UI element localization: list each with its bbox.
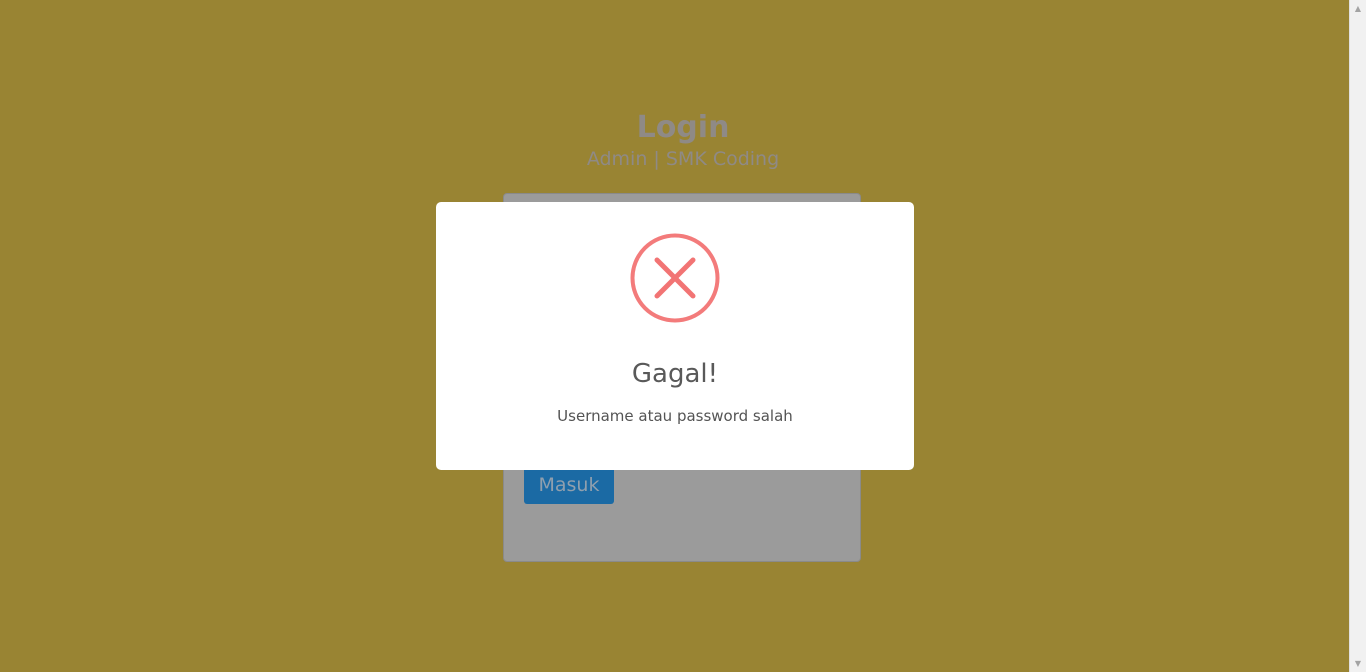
page-backdrop: Login Admin | SMK Coding Masuk Gagal! Us… — [0, 0, 1366, 672]
alert-title: Gagal! — [631, 359, 719, 389]
error-alert-modal: Gagal! Username atau password salah — [436, 202, 914, 470]
login-subtitle: Admin | SMK Coding — [586, 148, 780, 170]
scroll-down-arrow-icon[interactable]: ▼ — [1350, 655, 1366, 672]
alert-message: Username atau password salah — [557, 407, 793, 425]
masuk-button[interactable]: Masuk — [524, 466, 614, 504]
vertical-scrollbar[interactable]: ▲ ▼ — [1349, 0, 1366, 672]
error-x-icon — [630, 233, 720, 323]
login-title: Login — [636, 110, 730, 145]
scroll-up-arrow-icon[interactable]: ▲ — [1350, 0, 1366, 17]
